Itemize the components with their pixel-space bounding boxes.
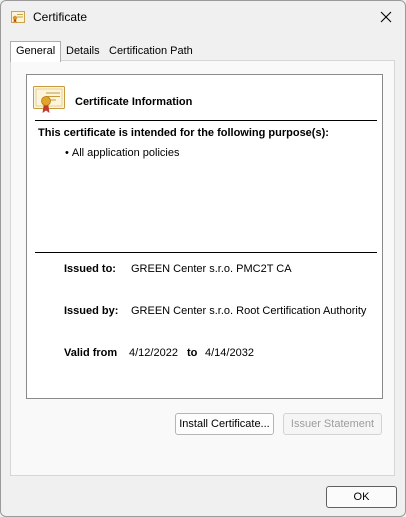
title-bar[interactable]: Certificate xyxy=(1,1,405,33)
tab-general[interactable]: General xyxy=(10,41,62,62)
certificate-icon xyxy=(11,11,25,23)
issued-by-value: GREEN Center s.r.o. Root Certification A… xyxy=(131,305,367,317)
valid-from-label: Valid from xyxy=(64,347,118,359)
purpose-list: All application policies xyxy=(65,146,180,160)
heading-divider xyxy=(35,120,377,121)
details-divider xyxy=(35,252,377,253)
tab-details[interactable]: Details xyxy=(64,43,102,60)
valid-to-value: 4/14/2032 xyxy=(205,347,254,359)
issued-to-label: Issued to: xyxy=(64,263,116,275)
certificate-info-heading: Certificate Information xyxy=(75,96,193,108)
issued-by-label: Issued by: xyxy=(64,305,119,317)
valid-from-value: 4/12/2022 xyxy=(129,347,178,359)
certificate-info-box: Certificate Information This certificate… xyxy=(26,74,383,399)
ok-button[interactable]: OK xyxy=(326,486,397,508)
purpose-item: All application policies xyxy=(65,146,180,160)
install-certificate-button[interactable]: Install Certificate... xyxy=(175,413,274,435)
issuer-statement-button[interactable]: Issuer Statement xyxy=(283,413,382,435)
close-icon xyxy=(380,11,392,23)
certificate-large-icon xyxy=(33,86,65,113)
window-title: Certificate xyxy=(33,10,88,24)
certificate-dialog: Certificate General Details Certificatio… xyxy=(0,0,406,517)
tab-certification-path[interactable]: Certification Path xyxy=(107,43,195,60)
close-button[interactable] xyxy=(375,7,397,27)
purpose-heading: This certificate is intended for the fol… xyxy=(38,127,329,139)
valid-to-label: to xyxy=(187,347,198,359)
issued-to-value: GREEN Center s.r.o. PMC2T CA xyxy=(131,263,292,275)
